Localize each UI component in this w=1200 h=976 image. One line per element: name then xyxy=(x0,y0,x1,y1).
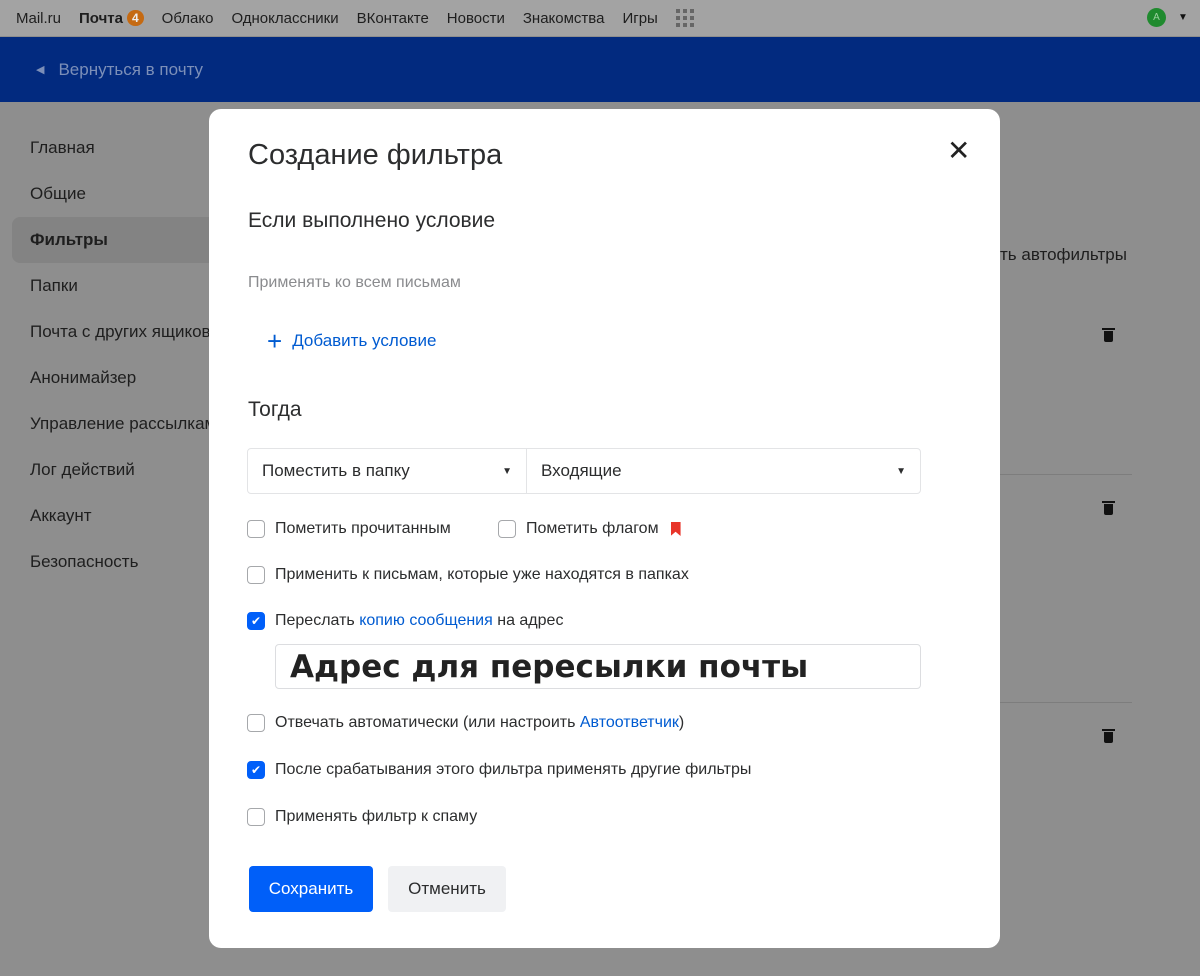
back-to-mail-link[interactable]: Вернуться в почту xyxy=(58,60,203,80)
folder-select-value: Входящие xyxy=(541,461,622,480)
divider xyxy=(1000,474,1132,475)
topbar-vk[interactable]: ВКонтакте xyxy=(357,10,429,27)
trash-icon[interactable] xyxy=(1102,499,1115,515)
topbar-dating[interactable]: Знакомства xyxy=(523,10,605,27)
condition-text: Применять ко всем письмам xyxy=(248,274,461,291)
topbar-news[interactable]: Новости xyxy=(447,10,505,27)
sidebar-item-security[interactable]: Безопасность xyxy=(12,539,212,585)
trash-icon[interactable] xyxy=(1102,727,1115,743)
chevron-down-icon[interactable]: ▼ xyxy=(1178,12,1188,23)
autoreply-label-post: ) xyxy=(678,714,685,731)
forward-checkbox[interactable]: ✔ xyxy=(247,612,265,630)
avatar[interactable]: A xyxy=(1147,8,1166,27)
topbar-pochta[interactable]: Почта 4 xyxy=(79,10,144,27)
mark-flag-checkbox[interactable] xyxy=(498,520,516,538)
add-condition-label: Добавить условие xyxy=(292,331,437,350)
portal-topbar: Mail.ru Почта 4 Облако Одноклассники ВКон… xyxy=(0,0,1200,36)
continue-filters-option[interactable]: ✔ После срабатывания этого фильтра примен… xyxy=(247,761,751,779)
forward-label: Переслать копию сообщения на адрес xyxy=(275,612,563,630)
sidebar-item-other-mailboxes[interactable]: Почта с других ящиков xyxy=(12,309,212,355)
action-selects: Поместить в папку ▼ Входящие ▼ xyxy=(247,448,921,494)
add-condition-button[interactable]: + Добавить условие xyxy=(267,326,437,356)
apply-spam-option[interactable]: Применять фильтр к спаму xyxy=(247,808,477,826)
settings-sidebar: Главная Общие Фильтры Папки Почта с друг… xyxy=(12,125,212,585)
unread-badge: 4 xyxy=(126,10,144,26)
mark-flag-label: Пометить флагом xyxy=(526,520,659,537)
apply-existing-option[interactable]: Применить к письмам, которые уже находят… xyxy=(247,566,689,584)
action-select-value: Поместить в папку xyxy=(262,461,410,480)
autoreply-option[interactable]: Отвечать автоматически (или настроить Ав… xyxy=(247,714,684,732)
forward-label-pre: Переслать xyxy=(275,612,360,629)
continue-filters-checkbox[interactable]: ✔ xyxy=(247,761,265,779)
sidebar-item-subscriptions[interactable]: Управление рассылками xyxy=(12,401,212,447)
autofilters-text: ть автофильтры xyxy=(1000,245,1127,264)
caret-down-icon: ▼ xyxy=(896,465,906,477)
topbar-mailru[interactable]: Mail.ru xyxy=(16,10,61,27)
topbar-games[interactable]: Игры xyxy=(622,10,657,27)
flag-icon xyxy=(670,522,681,536)
mark-read-checkbox[interactable] xyxy=(247,520,265,538)
sidebar-item-general[interactable]: Общие xyxy=(12,171,212,217)
autoreply-checkbox[interactable] xyxy=(247,714,265,732)
create-filter-dialog: Создание фильтра ✕ Если выполнено услови… xyxy=(209,109,1000,948)
dialog-title: Создание фильтра xyxy=(248,139,503,171)
forward-option[interactable]: ✔ Переслать копию сообщения на адрес xyxy=(247,612,563,630)
apply-spam-label: Применять фильтр к спаму xyxy=(275,808,478,825)
grid-icon[interactable] xyxy=(675,9,694,27)
message-copy-link[interactable]: копию сообщения xyxy=(359,612,493,629)
settings-header: ◀ Вернуться в почту xyxy=(0,37,1200,102)
sidebar-item-filters[interactable]: Фильтры xyxy=(12,217,212,263)
caret-down-icon: ▼ xyxy=(502,465,512,477)
autoresponder-link[interactable]: Автоответчик xyxy=(580,714,679,731)
back-arrow-icon: ◀ xyxy=(36,64,45,76)
topbar-oblako[interactable]: Облако xyxy=(162,10,214,27)
then-heading: Тогда xyxy=(248,398,302,421)
forward-address-input[interactable] xyxy=(275,644,921,689)
apply-existing-label: Применить к письмам, которые уже находят… xyxy=(275,566,689,583)
condition-heading: Если выполнено условие xyxy=(248,209,496,232)
cancel-button[interactable]: Отменить xyxy=(388,866,506,912)
apply-existing-checkbox[interactable] xyxy=(247,566,265,584)
divider xyxy=(1000,702,1132,703)
mark-flag-option[interactable]: Пометить флагом xyxy=(498,520,681,538)
folder-select[interactable]: Входящие ▼ xyxy=(527,449,920,493)
sidebar-item-main[interactable]: Главная xyxy=(12,125,212,171)
topbar-pochta-label: Почта xyxy=(79,9,123,27)
autoreply-label: Отвечать автоматически (или настроить Ав… xyxy=(275,714,684,732)
apply-spam-checkbox[interactable] xyxy=(247,808,265,826)
sidebar-item-anonymizer[interactable]: Анонимайзер xyxy=(12,355,212,401)
continue-filters-label: После срабатывания этого фильтра применя… xyxy=(275,761,752,778)
topbar-ok[interactable]: Одноклассники xyxy=(231,10,338,27)
sidebar-item-log[interactable]: Лог действий xyxy=(12,447,212,493)
trash-icon[interactable] xyxy=(1102,326,1115,342)
autoreply-label-pre: Отвечать автоматически (или настроить xyxy=(275,714,580,731)
action-select[interactable]: Поместить в папку ▼ xyxy=(248,449,527,493)
forward-label-post: на адрес xyxy=(492,612,564,629)
mark-read-label: Пометить прочитанным xyxy=(275,520,451,537)
mark-read-option[interactable]: Пометить прочитанным xyxy=(247,520,451,538)
plus-icon: + xyxy=(267,326,283,356)
sidebar-item-account[interactable]: Аккаунт xyxy=(12,493,212,539)
save-button[interactable]: Сохранить xyxy=(249,866,373,912)
close-icon[interactable]: ✕ xyxy=(947,137,970,165)
sidebar-item-folders[interactable]: Папки xyxy=(12,263,212,309)
